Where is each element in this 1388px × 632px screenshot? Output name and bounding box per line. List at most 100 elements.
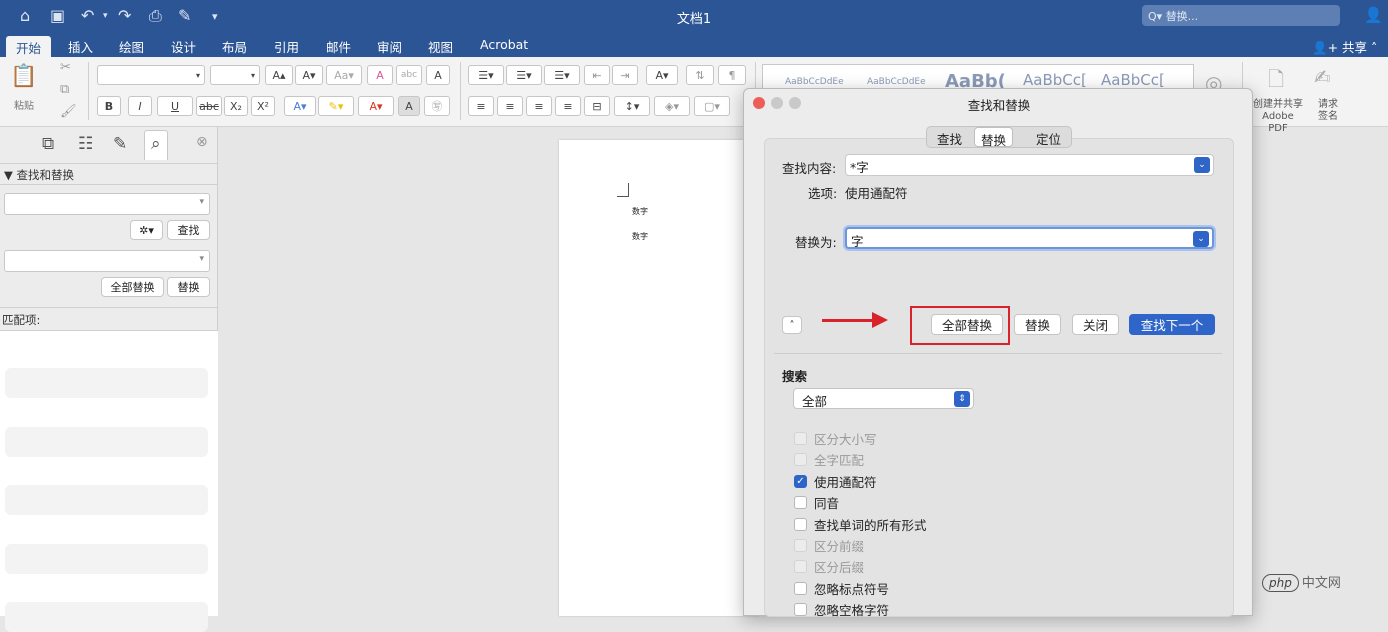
sidebar-replace-input[interactable]: ▾ xyxy=(4,250,210,272)
close-pane-icon[interactable]: ⊗ xyxy=(196,134,208,150)
search-pane-icon[interactable]: ⌕ xyxy=(144,130,168,160)
share-button[interactable]: 👤+ 共享 ˄ xyxy=(1312,37,1377,56)
italic-button[interactable]: I xyxy=(128,96,152,116)
sidebar-replace-button[interactable]: 替换 xyxy=(167,277,210,297)
superscript-button[interactable]: X² xyxy=(251,96,275,116)
style-sample[interactable]: AaBbCc[ xyxy=(1101,71,1165,89)
tab-references[interactable]: 引用 xyxy=(274,37,299,56)
style-sample[interactable]: AaBbCcDdEe xyxy=(867,77,926,87)
paste-icon[interactable]: 📋 xyxy=(10,64,37,89)
text-effects-icon[interactable]: A▾ xyxy=(284,96,316,116)
bold-button[interactable]: B xyxy=(97,96,121,116)
font-shrink-button[interactable]: A▾ xyxy=(295,65,323,85)
search-scope-value: 全部 xyxy=(802,394,828,409)
search-options-button[interactable]: ✲▾ xyxy=(130,220,163,240)
multilevel-list-icon[interactable]: ☰▾ xyxy=(544,65,580,85)
font-color-icon[interactable]: A▾ xyxy=(358,96,394,116)
checkbox-icon[interactable] xyxy=(794,496,807,510)
clear-format-icon[interactable]: A xyxy=(367,65,393,85)
option-checkbox-row[interactable]: 忽略空格字符 xyxy=(794,600,889,619)
thumbnails-icon[interactable]: ⧉ xyxy=(42,134,54,154)
sidebar-find-input[interactable]: ▾ xyxy=(4,193,210,215)
justify-icon[interactable]: ≡ xyxy=(555,96,581,116)
collapse-button[interactable]: ˄ xyxy=(782,316,802,334)
outline-icon[interactable]: ☷ xyxy=(78,134,93,154)
borders-icon[interactable]: ▢▾ xyxy=(694,96,730,116)
show-marks-icon[interactable]: ¶ xyxy=(718,65,746,85)
find-next-button[interactable]: 查找下一个 xyxy=(1129,314,1215,335)
replace-all-button[interactable]: 全部替换 xyxy=(931,314,1003,335)
tab-home[interactable]: 开始 xyxy=(6,36,52,57)
replace-button[interactable]: 替换 xyxy=(1014,314,1061,335)
align-left-icon[interactable]: ≡ xyxy=(468,96,494,116)
strikethrough-button[interactable]: abc xyxy=(196,96,222,116)
tab-goto[interactable]: 定位 xyxy=(1036,129,1061,148)
edit-document-icon[interactable]: ✎ xyxy=(113,134,127,154)
character-border-icon[interactable]: A xyxy=(426,65,450,85)
search-scope-select[interactable]: 全部 ⇕ xyxy=(793,388,974,409)
change-case-icon[interactable]: Aa▾ xyxy=(326,65,362,85)
replace-input[interactable]: 字 ⌄ xyxy=(845,227,1214,249)
find-input[interactable]: *字 ⌄ xyxy=(845,154,1214,176)
distributed-icon[interactable]: ⊟ xyxy=(584,96,610,116)
bullets-icon[interactable]: ☰▾ xyxy=(468,65,504,85)
font-grow-button[interactable]: A▴ xyxy=(265,65,293,85)
highlight-icon[interactable]: ✎▾ xyxy=(318,96,354,116)
document-line[interactable]: 数字 xyxy=(632,231,648,242)
share-person-icon[interactable]: 👤 xyxy=(1364,6,1383,24)
subscript-button[interactable]: X₂ xyxy=(224,96,248,116)
checkbox-icon[interactable] xyxy=(794,517,807,531)
numbering-icon[interactable]: ☰▾ xyxy=(506,65,542,85)
checkbox-icon[interactable] xyxy=(794,603,807,617)
align-right-icon[interactable]: ≡ xyxy=(526,96,552,116)
tab-design[interactable]: 设计 xyxy=(171,37,196,56)
sort-icon[interactable]: ⇅ xyxy=(686,65,714,85)
sidebar-find-button[interactable]: 查找 xyxy=(167,220,210,240)
font-family-select[interactable]: ▾ xyxy=(97,65,205,85)
phonetic-guide-icon[interactable]: abc xyxy=(396,65,422,85)
close-button[interactable]: 关闭 xyxy=(1072,314,1119,335)
tab-view[interactable]: 视图 xyxy=(428,37,453,56)
tab-find[interactable]: 查找 xyxy=(937,129,962,148)
enclose-character-icon[interactable]: ㊢ xyxy=(424,96,450,116)
tab-replace[interactable]: 替换 xyxy=(974,127,1014,148)
tab-acrobat[interactable]: Acrobat xyxy=(480,37,528,52)
style-sample[interactable]: AaBbCc[ xyxy=(1023,71,1087,89)
chevron-down-icon[interactable]: ⌄ xyxy=(1193,231,1209,247)
cut-icon[interactable]: ✂ xyxy=(60,60,71,75)
document-line[interactable]: 数字 xyxy=(632,206,648,217)
line-spacing-icon[interactable]: ↕▾ xyxy=(614,96,650,116)
search-input[interactable]: Q▾ 替换... xyxy=(1142,5,1340,26)
chevron-up-icon: ˄ xyxy=(789,319,795,331)
underline-button[interactable]: U xyxy=(157,96,193,116)
tab-mailings[interactable]: 邮件 xyxy=(326,37,351,56)
checkbox-checked-icon[interactable]: ✓ xyxy=(794,474,807,488)
style-sample[interactable]: AaBbCcDdEe xyxy=(785,77,844,87)
chevron-down-icon[interactable]: ⌄ xyxy=(1194,157,1210,173)
shading-icon[interactable]: ◈▾ xyxy=(654,96,690,116)
decrease-indent-icon[interactable]: ⇤ xyxy=(584,65,610,85)
option-checkbox-row[interactable]: 查找单词的所有形式 xyxy=(794,515,927,534)
format-painter-icon[interactable]: 🖌 xyxy=(60,104,77,119)
request-sign-icon[interactable]: ✍ xyxy=(1314,65,1331,89)
option-checkbox-row[interactable]: 同音 xyxy=(794,493,839,512)
checkbox-icon[interactable] xyxy=(794,581,807,595)
increase-indent-icon[interactable]: ⇥ xyxy=(612,65,638,85)
font-size-select[interactable]: ▾ xyxy=(210,65,260,85)
create-pdf-icon[interactable]: 🗋 xyxy=(1268,65,1284,99)
tab-review[interactable]: 审阅 xyxy=(377,37,402,56)
character-shading-icon[interactable]: A xyxy=(398,96,420,116)
document-page[interactable]: 数字 数字 xyxy=(559,140,759,616)
copy-icon[interactable]: ⧉ xyxy=(60,82,69,97)
tab-layout[interactable]: 布局 xyxy=(222,37,247,56)
create-share-pdf-label[interactable]: 创建并共享 Adobe PDF xyxy=(1252,99,1304,135)
tab-draw[interactable]: 绘图 xyxy=(119,37,144,56)
tab-insert[interactable]: 插入 xyxy=(68,37,93,56)
option-checkbox-row[interactable]: ✓ 使用通配符 xyxy=(794,472,877,491)
option-checkbox-row[interactable]: 忽略标点符号 xyxy=(794,579,889,598)
request-sign-label[interactable]: 请求 签名 xyxy=(1314,99,1342,123)
sidebar-replace-all-button[interactable]: 全部替换 xyxy=(101,277,164,297)
asian-layout-icon[interactable]: A▾ xyxy=(646,65,678,85)
find-replace-section[interactable]: ▼ 查找和替换 xyxy=(0,163,218,185)
align-center-icon[interactable]: ≡ xyxy=(497,96,523,116)
